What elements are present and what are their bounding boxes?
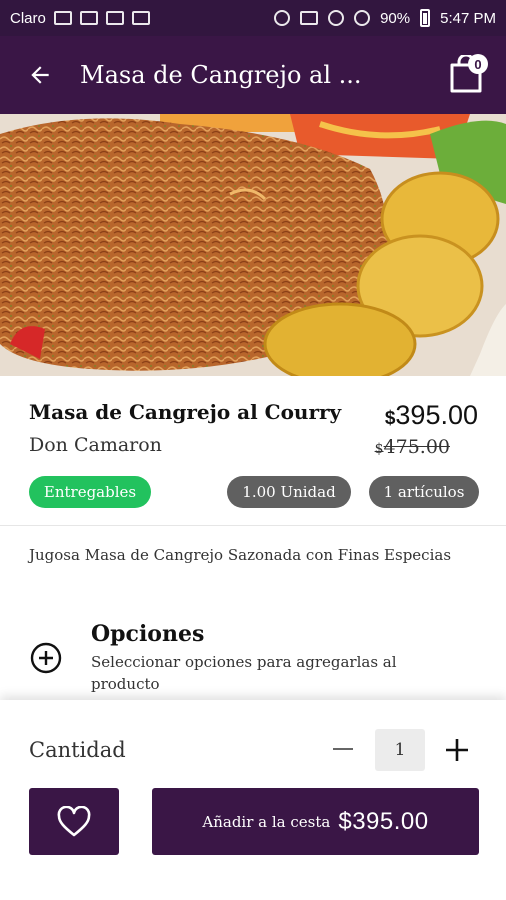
delivery-badge: Entregables <box>29 476 151 508</box>
plus-circle-icon <box>30 642 62 674</box>
favorite-button[interactable] <box>29 788 119 855</box>
cart-button[interactable]: 0 <box>426 36 506 114</box>
back-arrow-icon <box>31 66 49 84</box>
product-price: $395.00 <box>385 400 478 431</box>
options-subtitle: Seleccionar opciones para agregarlas al … <box>91 653 397 693</box>
product-name: Masa de Cangrejo al Courry <box>29 400 342 424</box>
options-row[interactable]: Opciones Seleccionar opciones para agreg… <box>0 615 506 703</box>
increase-quantity-button[interactable] <box>443 736 471 764</box>
currency-symbol: $ <box>384 408 396 429</box>
image-icon <box>131 11 150 25</box>
product-info: Masa de Cangrejo al Courry Don Camaron $… <box>0 376 506 526</box>
product-description: Jugosa Masa de Cangrejo Sazonada con Fin… <box>29 546 452 564</box>
minus-icon <box>333 748 353 750</box>
clock: 5:47 PM <box>440 9 496 27</box>
currency-symbol: $ <box>374 441 384 457</box>
notification-icons <box>53 11 150 25</box>
alarm-icon <box>328 10 345 26</box>
original-price-value: 475.00 <box>383 436 450 458</box>
decrease-quantity-button[interactable] <box>331 734 355 764</box>
unit-badge: 1.00 Unidad <box>227 476 351 508</box>
vendor-name: Don Camaron <box>29 434 162 456</box>
price-value: 395.00 <box>395 400 478 430</box>
quantity-label: Cantidad <box>29 738 126 762</box>
location-icon <box>274 10 291 26</box>
add-to-cart-button[interactable]: Añadir a la cesta $395.00 <box>152 788 479 855</box>
product-image <box>0 114 506 376</box>
quantity-field[interactable]: 1 <box>375 729 425 771</box>
cart-count-badge: 0 <box>468 54 488 74</box>
heart-icon <box>57 805 91 836</box>
page-title: Masa de Cangrejo al ... <box>80 61 362 89</box>
notification-icon <box>79 11 98 25</box>
battery-percent: 90% <box>380 9 411 27</box>
carrier-name: Claro <box>10 9 46 27</box>
items-badge: 1 artículos <box>369 476 479 508</box>
add-to-cart-label: Añadir a la cesta <box>202 812 331 831</box>
notification-icon <box>105 11 124 25</box>
back-button[interactable] <box>0 36 80 114</box>
app-bar: Masa de Cangrejo al ... 0 <box>0 36 506 114</box>
original-price: $475.00 <box>375 436 450 458</box>
options-title: Opciones <box>91 621 205 647</box>
vibrate-icon <box>300 11 319 25</box>
status-bar: Claro 90% 5:47 PM <box>0 0 506 36</box>
purchase-panel: Cantidad 1 Añadir a la cesta $395.00 <box>0 700 506 900</box>
add-to-cart-amount: $395.00 <box>338 807 429 835</box>
notification-icon <box>53 11 72 25</box>
wifi-icon <box>354 10 371 26</box>
battery-icon <box>420 9 431 27</box>
